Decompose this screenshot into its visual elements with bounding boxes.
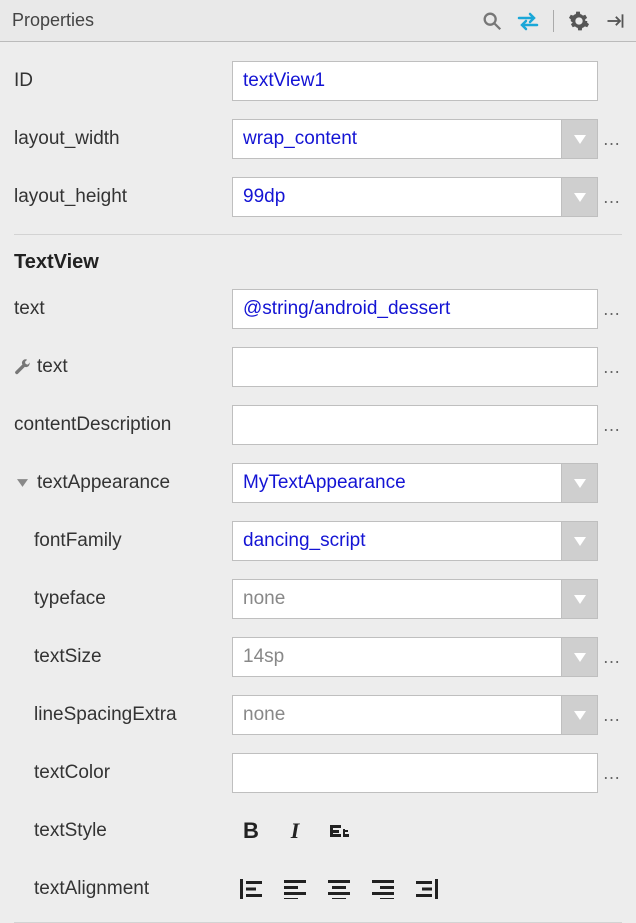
more-button[interactable]: …	[602, 299, 622, 320]
input-contentdescription[interactable]	[232, 405, 598, 445]
row-fontfamily: fontFamily	[14, 516, 622, 566]
input-id[interactable]	[232, 61, 598, 101]
input-textcolor[interactable]	[232, 753, 598, 793]
row-textalignment: textAlignment	[14, 864, 622, 914]
align-viewstart-icon[interactable]	[238, 876, 264, 902]
search-icon[interactable]	[479, 8, 505, 34]
more-button[interactable]: …	[602, 415, 622, 436]
label-linespacing: lineSpacingExtra	[14, 704, 232, 726]
combo-textsize-value[interactable]	[233, 638, 561, 676]
collapse-icon[interactable]	[602, 8, 628, 34]
chevron-down-icon[interactable]	[561, 464, 597, 502]
combo-fontfamily[interactable]	[232, 521, 598, 561]
label-typeface: typeface	[14, 588, 232, 610]
bold-toggle[interactable]: B	[238, 818, 264, 844]
panel-title: Properties	[12, 10, 479, 31]
more-button[interactable]: …	[602, 357, 622, 378]
gear-icon[interactable]	[566, 8, 592, 34]
more-button[interactable]: …	[602, 647, 622, 668]
label-tools-text: text	[14, 356, 232, 378]
wrench-icon	[14, 359, 31, 376]
align-left-icon[interactable]	[282, 876, 308, 902]
row-layout-width: layout_width …	[14, 114, 622, 164]
panel-content: ID layout_width … layout_height	[0, 42, 636, 923]
row-layout-height: layout_height …	[14, 172, 622, 222]
label-textappearance: textAppearance	[14, 472, 232, 494]
combo-typeface[interactable]	[232, 579, 598, 619]
combo-layout-height-value[interactable]	[233, 178, 561, 216]
row-text: text …	[14, 284, 622, 334]
input-text[interactable]	[232, 289, 598, 329]
label-layout-height: layout_height	[14, 186, 232, 208]
toolbar-divider	[553, 10, 554, 32]
combo-layout-width[interactable]	[232, 119, 598, 159]
caret-down-icon[interactable]	[14, 475, 31, 492]
combo-fontfamily-value[interactable]	[233, 522, 561, 560]
row-textappearance: textAppearance	[14, 458, 622, 508]
align-viewend-icon[interactable]	[414, 876, 440, 902]
more-button[interactable]: …	[602, 187, 622, 208]
label-contentdescription: contentDescription	[14, 414, 232, 436]
combo-textappearance[interactable]	[232, 463, 598, 503]
label-textstyle: textStyle	[14, 820, 232, 842]
more-button[interactable]: …	[602, 763, 622, 784]
more-button[interactable]: …	[602, 705, 622, 726]
label-text: text	[14, 298, 232, 320]
row-id: ID	[14, 56, 622, 106]
section-separator	[14, 234, 622, 235]
input-tools-text[interactable]	[232, 347, 598, 387]
more-button[interactable]: …	[602, 129, 622, 150]
label-textalignment: textAlignment	[14, 878, 232, 900]
italic-toggle[interactable]: I	[282, 818, 308, 844]
combo-layout-width-value[interactable]	[233, 120, 561, 158]
textstyle-toggle-group: B I Tᴛ	[232, 818, 352, 844]
combo-linespacing[interactable]	[232, 695, 598, 735]
combo-textappearance-value[interactable]	[233, 464, 561, 502]
row-tools-text: text …	[14, 342, 622, 392]
chevron-down-icon[interactable]	[561, 638, 597, 676]
label-fontfamily: fontFamily	[14, 530, 232, 552]
arrows-icon[interactable]	[515, 8, 541, 34]
chevron-down-icon[interactable]	[561, 120, 597, 158]
row-textsize: textSize …	[14, 632, 622, 682]
label-textcolor: textColor	[14, 762, 232, 784]
row-typeface: typeface	[14, 574, 622, 624]
chevron-down-icon[interactable]	[561, 522, 597, 560]
combo-textsize[interactable]	[232, 637, 598, 677]
combo-linespacing-value[interactable]	[233, 696, 561, 734]
label-layout-width: layout_width	[14, 128, 232, 150]
allcaps-toggle[interactable]: Tᴛ	[326, 818, 352, 844]
textalignment-toggle-group	[232, 876, 440, 902]
label-textsize: textSize	[14, 646, 232, 668]
row-textstyle: textStyle B I Tᴛ	[14, 806, 622, 856]
combo-layout-height[interactable]	[232, 177, 598, 217]
section-title-textview: TextView	[14, 251, 622, 274]
label-textappearance-text: textAppearance	[37, 472, 170, 494]
label-id: ID	[14, 70, 232, 92]
chevron-down-icon[interactable]	[561, 696, 597, 734]
row-textcolor: textColor …	[14, 748, 622, 798]
chevron-down-icon[interactable]	[561, 178, 597, 216]
label-tools-text-text: text	[37, 356, 68, 378]
panel-header: Properties	[0, 0, 636, 42]
row-linespacing: lineSpacingExtra …	[14, 690, 622, 740]
combo-typeface-value[interactable]	[233, 580, 561, 618]
header-toolbar	[479, 8, 628, 34]
row-contentdescription: contentDescription …	[14, 400, 622, 450]
align-center-icon[interactable]	[326, 876, 352, 902]
align-right-icon[interactable]	[370, 876, 396, 902]
chevron-down-icon[interactable]	[561, 580, 597, 618]
